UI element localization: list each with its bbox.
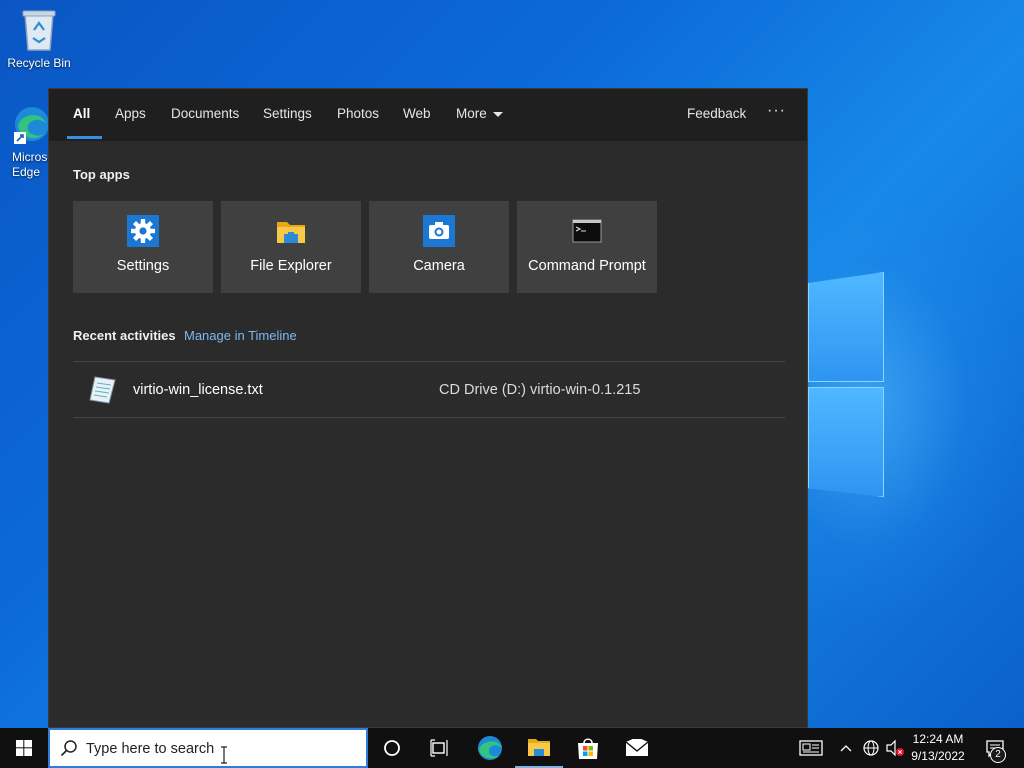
- chevron-down-icon: [492, 111, 503, 117]
- news-widget-button[interactable]: [794, 728, 828, 768]
- mail-icon: [625, 739, 649, 756]
- store-icon: [578, 738, 598, 759]
- search-tab-bar: All Apps Documents Settings Photos Web M…: [49, 89, 807, 141]
- tile-label: Settings: [116, 258, 170, 274]
- tab-more-label: More: [456, 106, 487, 121]
- network-globe-icon: [863, 740, 879, 756]
- task-view-button[interactable]: [416, 728, 464, 768]
- settings-gear-icon: [127, 215, 159, 247]
- tile-label: Camera: [413, 258, 465, 274]
- chevron-up-icon: [840, 745, 852, 752]
- tab-more[interactable]: More: [456, 106, 503, 121]
- search-flyout: All Apps Documents Settings Photos Web M…: [48, 88, 808, 728]
- search-icon: [60, 740, 77, 757]
- show-hidden-icons-button[interactable]: [836, 728, 856, 768]
- edge-icon: [478, 736, 502, 760]
- camera-icon: [423, 215, 455, 247]
- text-file-icon: [89, 376, 116, 404]
- network-button[interactable]: [860, 728, 882, 768]
- wallpaper-windows-logo-pane: [808, 272, 884, 382]
- volume-muted-icon: [886, 739, 904, 757]
- edge-taskbar-button[interactable]: [466, 728, 514, 768]
- recent-item-location: CD Drive (D:) virtio-win-0.1.215: [439, 382, 641, 398]
- task-view-icon: [430, 739, 448, 757]
- tile-label: File Explorer: [250, 258, 332, 274]
- volume-button[interactable]: [884, 728, 906, 768]
- manage-in-timeline-link[interactable]: Manage in Timeline: [184, 328, 297, 343]
- file-explorer-icon: [528, 739, 550, 756]
- tab-settings[interactable]: Settings: [263, 106, 312, 121]
- active-tab-indicator: [67, 136, 102, 139]
- command-prompt-icon: [572, 219, 602, 243]
- recent-item-name: virtio-win_license.txt: [133, 382, 263, 398]
- cortana-icon: [384, 740, 400, 756]
- tab-apps[interactable]: Apps: [115, 106, 146, 121]
- mail-taskbar-button[interactable]: [613, 728, 661, 768]
- recent-activity-item[interactable]: virtio-win_license.txt CD Drive (D:) vir…: [73, 362, 785, 417]
- wallpaper-windows-logo-pane: [808, 387, 884, 497]
- tab-all[interactable]: All: [73, 106, 90, 121]
- taskbar-search-box[interactable]: [48, 728, 368, 768]
- top-app-tile-file-explorer[interactable]: File Explorer: [221, 201, 361, 293]
- edge-icon: [14, 107, 48, 144]
- tab-web[interactable]: Web: [403, 106, 431, 121]
- desktop-icon-recycle-bin[interactable]: Recycle Bin: [0, 8, 78, 70]
- top-apps-heading: Top apps: [73, 167, 130, 182]
- tile-label: Command Prompt: [528, 258, 646, 274]
- top-app-tile-command-prompt[interactable]: Command Prompt: [517, 201, 657, 293]
- recycle-bin-icon: [22, 10, 56, 51]
- feedback-button[interactable]: Feedback: [687, 106, 746, 121]
- top-app-tile-camera[interactable]: Camera: [369, 201, 509, 293]
- divider: [73, 417, 785, 418]
- desktop-icon-label: Microsoft Edge: [12, 150, 48, 179]
- taskbar-clock[interactable]: 12:24 AM 9/13/2022: [905, 731, 971, 765]
- file-explorer-icon: [277, 222, 305, 243]
- windows-logo-icon: [16, 740, 32, 756]
- clock-date: 9/13/2022: [911, 749, 965, 763]
- text-cursor-icon: [221, 746, 227, 764]
- top-app-tile-settings[interactable]: Settings: [73, 201, 213, 293]
- cortana-button[interactable]: [368, 728, 416, 768]
- start-button[interactable]: [0, 728, 48, 768]
- clock-time: 12:24 AM: [912, 732, 964, 746]
- desktop-icon-label: Recycle Bin: [7, 56, 71, 70]
- more-options-button[interactable]: ···: [767, 102, 786, 120]
- desktop-icon-microsoft-edge[interactable]: Microsoft Edge: [0, 104, 48, 180]
- news-icon: [799, 740, 823, 756]
- file-explorer-taskbar-button[interactable]: [515, 728, 563, 768]
- store-taskbar-button[interactable]: [564, 728, 612, 768]
- tab-photos[interactable]: Photos: [337, 106, 379, 121]
- notification-count-badge: 2: [990, 747, 1006, 763]
- recent-activities-heading: Recent activities: [73, 328, 176, 343]
- tab-documents[interactable]: Documents: [171, 106, 239, 121]
